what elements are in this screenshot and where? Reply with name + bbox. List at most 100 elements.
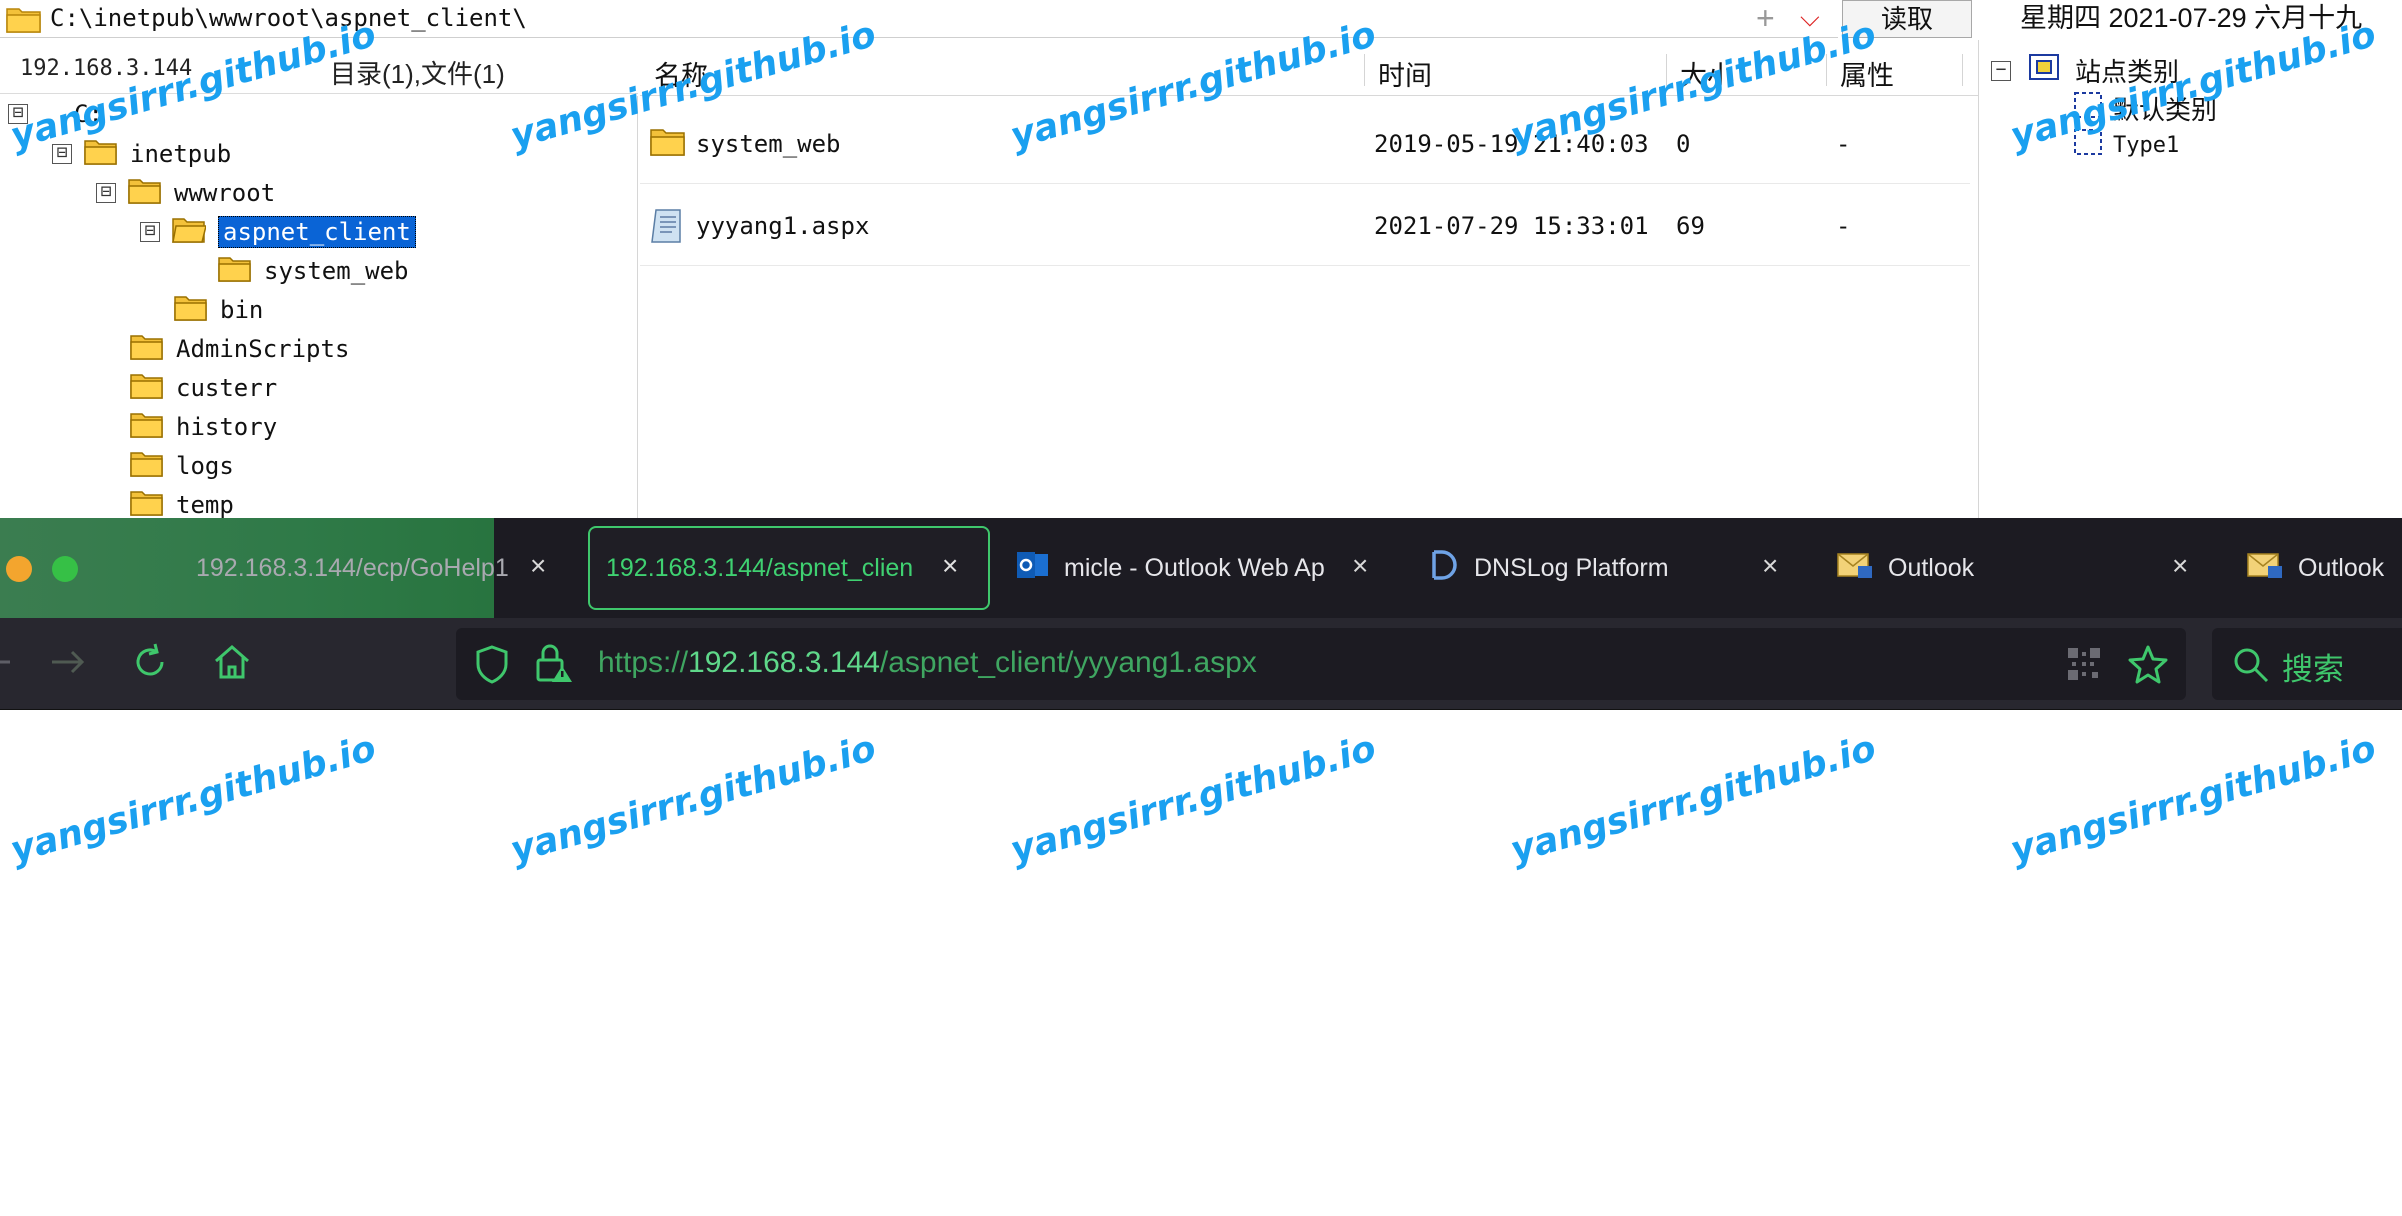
folder-icon: [130, 332, 164, 367]
tree-node[interactable]: bin: [174, 292, 263, 328]
site-category-root[interactable]: − 站点类别: [1991, 52, 2179, 89]
tree-node[interactable]: ⊟ inetpub: [52, 136, 231, 172]
folder-icon: [174, 293, 208, 328]
watermark: yangsirrr.github.io: [1506, 727, 1881, 872]
tab-dnslog[interactable]: DNSLog Platform ×: [1430, 518, 1800, 618]
file-row[interactable]: system_web 2019-05-19 21:40:03 0 -: [640, 102, 1970, 184]
directory-tree: ⊟ C: ⊟ inetpub ⊟ wwwroot ⊟ aspnet_client…: [0, 96, 638, 518]
site-category-panel: − 站点类别 默认类别 Type1: [1978, 40, 2402, 518]
tab-outlook-web[interactable]: micle - Outlook Web Ap ×: [1016, 518, 1386, 618]
collapse-icon[interactable]: ⊟: [8, 104, 28, 124]
folder-icon: [218, 254, 252, 289]
tab-title: Outlook: [2298, 553, 2385, 582]
tab-ecp[interactable]: 192.168.3.144/ecp/GoHelp1 ×: [196, 518, 566, 618]
close-tab-icon[interactable]: ×: [1352, 550, 1368, 582]
tree-node[interactable]: ⊟ wwwroot: [96, 175, 275, 211]
search-label: 搜索: [2282, 652, 2344, 687]
site-category-label: 默认类别: [2113, 95, 2218, 125]
tab-outlook[interactable]: Outlook ×: [1836, 518, 2206, 618]
tree-node-label: inetpub: [130, 140, 232, 168]
left-panel-header: 192.168.3.144 目录(1),文件(1): [0, 44, 638, 94]
close-tab-icon[interactable]: ×: [1762, 550, 1778, 582]
tree-node-label: temp: [176, 491, 234, 518]
maximize-window-button[interactable]: [52, 556, 78, 582]
tree-node-label: system_web: [264, 257, 409, 285]
bookmark-star-icon[interactable]: [2128, 644, 2168, 689]
tab-title: 192.168.3.144/ecp/GoHelp1: [196, 553, 509, 582]
url-text[interactable]: https://192.168.3.144/aspnet_client/yyya…: [598, 646, 1257, 680]
tree-node-label: bin: [220, 296, 264, 324]
tree-node-label: aspnet_client: [218, 216, 416, 248]
tab-title: 192.168.3.144/aspnet_clien: [606, 553, 914, 582]
folder-icon: [130, 371, 164, 406]
home-icon[interactable]: [210, 640, 254, 689]
tree-node-label: AdminScripts: [176, 335, 350, 363]
site-category-label: 站点类别: [2075, 57, 2180, 87]
tab-title: DNSLog Platform: [1474, 553, 1669, 582]
file-time: 2021-07-29 15:33:01: [1374, 212, 1649, 240]
path-bar: C:\inetpub\wwwroot\aspnet_client\ + ⌵: [0, 0, 1838, 38]
chevron-down-icon[interactable]: ⌵: [1800, 2, 1820, 34]
dir-summary: 目录(1),文件(1): [330, 59, 505, 89]
column-divider[interactable]: [1666, 54, 1667, 86]
column-time[interactable]: 时间: [1378, 54, 1432, 93]
tab-title: micle - Outlook Web Ap: [1064, 553, 1325, 582]
site-category-item[interactable]: 默认类别: [2073, 90, 2217, 127]
tab-aspnet-client[interactable]: 192.168.3.144/aspnet_clien ×: [606, 518, 986, 618]
shield-icon[interactable]: [474, 644, 510, 689]
lock-warning-icon[interactable]: [534, 642, 574, 689]
search-box[interactable]: 搜索: [2212, 628, 2402, 700]
tree-node[interactable]: logs: [130, 448, 234, 484]
forward-icon[interactable]: [46, 640, 90, 689]
site-category-item[interactable]: Type1: [2073, 128, 2179, 162]
tree-node[interactable]: history: [130, 409, 277, 445]
collapse-icon[interactable]: ⊟: [96, 183, 116, 203]
watermark: yangsirrr.github.io: [2006, 727, 2381, 872]
tree-node[interactable]: ⊟ C:: [8, 96, 103, 132]
tree-node-selected[interactable]: ⊟ aspnet_client: [140, 214, 416, 250]
url-bar[interactable]: https://192.168.3.144/aspnet_client/yyya…: [456, 628, 2186, 700]
tree-node-label: wwwroot: [174, 179, 276, 207]
folder-icon: [6, 5, 42, 38]
back-icon[interactable]: [0, 640, 18, 689]
column-divider[interactable]: [1826, 54, 1827, 86]
column-divider[interactable]: [1962, 54, 1963, 86]
column-divider[interactable]: [1364, 54, 1365, 86]
file-attr: -: [1836, 212, 1851, 240]
file-size: 69: [1676, 212, 1705, 240]
close-tab-icon[interactable]: ×: [530, 550, 546, 582]
site-category-label: Type1: [2113, 132, 2180, 158]
tree-node[interactable]: custerr: [130, 370, 277, 406]
tree-node-label: custerr: [176, 374, 278, 402]
collapse-icon[interactable]: ⊟: [140, 222, 160, 242]
file-time: 2019-05-19 21:40:03: [1374, 130, 1649, 158]
file-attr: -: [1836, 130, 1851, 158]
close-tab-icon[interactable]: ×: [2172, 550, 2188, 582]
folder-icon: [130, 488, 164, 519]
add-icon[interactable]: +: [1756, 0, 1775, 37]
column-attr[interactable]: 属性: [1840, 54, 1894, 93]
watermark: yangsirrr.github.io: [6, 727, 381, 872]
column-name[interactable]: 名称: [654, 54, 708, 93]
reload-icon[interactable]: [128, 640, 172, 689]
watermark: yangsirrr.github.io: [506, 727, 881, 872]
mail-icon: [2246, 549, 2284, 588]
qr-code-icon[interactable]: [2066, 646, 2102, 687]
file-row[interactable]: yyyang1.aspx 2021-07-29 15:33:01 69 -: [640, 184, 1970, 266]
collapse-icon[interactable]: ⊟: [52, 144, 72, 164]
outlook-icon: [1016, 550, 1050, 587]
read-button[interactable]: 读取: [1842, 0, 1972, 38]
category-icon: [2073, 91, 2103, 126]
url-path: /aspnet_client/yyyang1.aspx: [879, 646, 1257, 679]
tree-node[interactable]: temp: [130, 487, 234, 518]
column-size[interactable]: 大小: [1680, 54, 1734, 93]
tab-outlook-2[interactable]: Outlook: [2246, 518, 2402, 618]
path-input[interactable]: C:\inetpub\wwwroot\aspnet_client\: [50, 4, 527, 32]
tree-node[interactable]: AdminScripts: [130, 331, 349, 367]
browser-tab-bar: 192.168.3.144/ecp/GoHelp1 × 192.168.3.14…: [0, 518, 2402, 618]
site-root-icon: [2029, 54, 2059, 87]
close-tab-icon[interactable]: ×: [942, 550, 958, 582]
collapse-icon[interactable]: −: [1991, 60, 2011, 81]
minimize-window-button[interactable]: [6, 556, 32, 582]
tree-node[interactable]: system_web: [218, 253, 409, 289]
